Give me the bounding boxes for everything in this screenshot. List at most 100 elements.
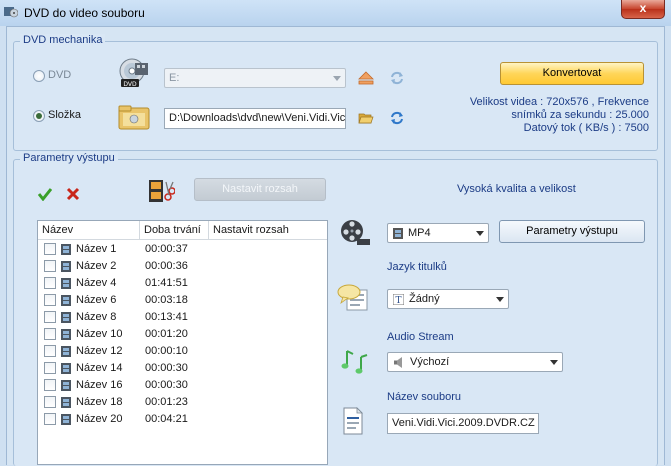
title-name: Název 20 — [76, 413, 123, 425]
video-info-line: Velikost videa : 720x576 , Frekvence — [469, 96, 649, 108]
dvd-radio-label: DVD — [48, 69, 72, 81]
film-reel-icon — [341, 220, 370, 245]
title-duration: 00:03:18 — [145, 294, 188, 306]
audio-select-value: Výchozí — [410, 356, 450, 368]
format-select-value: MP4 — [408, 227, 431, 239]
set-range-button[interactable]: Nastavit rozsah — [194, 178, 326, 201]
output-params-button[interactable]: Parametry výstupu — [499, 220, 645, 243]
speech-bubble-icon — [337, 284, 368, 311]
title-duration: 01:41:51 — [145, 277, 188, 289]
title-bar: DVD do video souboru x — [0, 0, 671, 26]
speaker-icon — [394, 357, 402, 368]
title-duration: 00:00:36 — [145, 260, 188, 272]
table-row[interactable]: Název 8 00:13:41 — [38, 309, 327, 326]
folder-path-input[interactable]: D:\Downloads\dvd\new\Veni.Vidi.Vici.2009… — [164, 108, 346, 129]
folder-radio-label: Složka — [48, 109, 82, 121]
title-name: Název 14 — [76, 362, 123, 374]
folder-icon — [118, 105, 150, 130]
row-checkbox[interactable] — [44, 243, 56, 255]
title-name: Název 8 — [76, 311, 117, 323]
subtitle-select[interactable]: T Žádný — [387, 289, 509, 309]
title-name: Název 2 — [76, 260, 117, 272]
title-duration: 00:01:20 — [145, 328, 188, 340]
column-header-name[interactable]: Název — [38, 221, 140, 240]
title-duration: 00:13:41 — [145, 311, 188, 323]
title-name: Název 12 — [76, 345, 123, 357]
title-duration: 00:00:10 — [145, 345, 188, 357]
dvd-radio[interactable] — [33, 70, 45, 82]
title-duration: 00:00:37 — [145, 243, 188, 255]
film-icon — [61, 261, 71, 272]
film-scissors-icon[interactable] — [147, 177, 175, 205]
row-checkbox[interactable] — [44, 260, 56, 272]
video-info: Velikost videa : 720x576 , Frekvence sní… — [434, 96, 649, 135]
title-name: Název 6 — [76, 294, 117, 306]
output-group-legend: Parametry výstupu — [20, 152, 118, 164]
row-checkbox[interactable] — [44, 345, 56, 357]
table-row[interactable]: Název 2 00:00:36 — [38, 258, 327, 275]
video-info-line: snímků za sekundu : 25.000 — [511, 109, 649, 121]
refresh-icon[interactable] — [389, 110, 405, 126]
table-row[interactable]: Název 16 00:00:30 — [38, 377, 327, 394]
folder-radio[interactable] — [33, 110, 45, 122]
audio-select[interactable]: Výchozí — [387, 352, 563, 372]
video-info-line: Datový tok ( KB/s ) : 7500 — [523, 122, 649, 134]
table-row[interactable]: Název 20 00:04:21 — [38, 411, 327, 428]
table-row[interactable]: Název 14 00:00:30 — [38, 360, 327, 377]
svg-text:DVD: DVD — [123, 81, 137, 88]
title-name: Název 4 — [76, 277, 117, 289]
subtitle-language-label: Jazyk titulků — [387, 261, 447, 273]
table-row[interactable]: Název 4 01:41:51 — [38, 275, 327, 292]
chevron-down-icon — [550, 360, 558, 365]
quality-label: Vysoká kvalita a velikost — [457, 183, 576, 195]
column-header-duration[interactable]: Doba trvání — [140, 221, 209, 240]
check-icon[interactable] — [38, 187, 52, 201]
table-row[interactable]: Název 18 00:01:23 — [38, 394, 327, 411]
title-name: Název 10 — [76, 328, 123, 340]
title-duration: 00:00:30 — [145, 362, 188, 374]
table-row[interactable]: Název 6 00:03:18 — [38, 292, 327, 309]
film-icon — [61, 295, 71, 306]
subtitle-select-value: Žádný — [409, 293, 440, 305]
window-title: DVD do video souboru — [24, 6, 145, 20]
row-checkbox[interactable] — [44, 413, 56, 425]
music-notes-icon — [341, 350, 368, 374]
chevron-down-icon — [476, 231, 484, 236]
column-header-range[interactable]: Nastavit rozsah — [209, 221, 327, 240]
close-button[interactable]: x — [621, 0, 665, 19]
film-icon — [61, 244, 71, 255]
table-row[interactable]: Název 1 00:00:37 — [38, 241, 327, 258]
drive-select[interactable]: E: — [164, 68, 346, 88]
format-select[interactable]: MP4 — [387, 223, 489, 243]
dvd-group-legend: DVD mechanika — [20, 34, 106, 46]
row-checkbox[interactable] — [44, 328, 56, 340]
dvd-disc-icon: DVD — [119, 58, 148, 88]
refresh-icon[interactable] — [389, 70, 405, 86]
open-folder-icon[interactable] — [358, 110, 374, 126]
dvd-app-icon — [4, 7, 18, 18]
title-duration: 00:04:21 — [145, 413, 188, 425]
film-icon — [61, 329, 71, 340]
row-checkbox[interactable] — [44, 396, 56, 408]
film-icon — [61, 278, 71, 289]
convert-button[interactable]: Konvertovat — [500, 62, 644, 85]
film-icon — [61, 397, 71, 408]
title-name: Název 18 — [76, 396, 123, 408]
svg-text:T: T — [395, 296, 401, 305]
title-name: Název 1 — [76, 243, 117, 255]
text-t-icon: T — [393, 294, 404, 305]
file-name-input[interactable]: Veni.Vidi.Vici.2009.DVDR.CZ — [387, 413, 539, 434]
row-checkbox[interactable] — [44, 277, 56, 289]
cross-icon[interactable] — [66, 187, 80, 201]
row-checkbox[interactable] — [44, 294, 56, 306]
dvd-drive-group: DVD mechanika DVD DVD E: Složka D:\Downl… — [13, 34, 658, 151]
film-icon — [61, 363, 71, 374]
table-row[interactable]: Název 10 00:01:20 — [38, 326, 327, 343]
row-checkbox[interactable] — [44, 379, 56, 391]
table-row[interactable]: Název 12 00:00:10 — [38, 343, 327, 360]
film-icon — [61, 346, 71, 357]
eject-icon[interactable] — [358, 70, 374, 86]
row-checkbox[interactable] — [44, 362, 56, 374]
row-checkbox[interactable] — [44, 311, 56, 323]
audio-stream-label: Audio Stream — [387, 331, 454, 343]
